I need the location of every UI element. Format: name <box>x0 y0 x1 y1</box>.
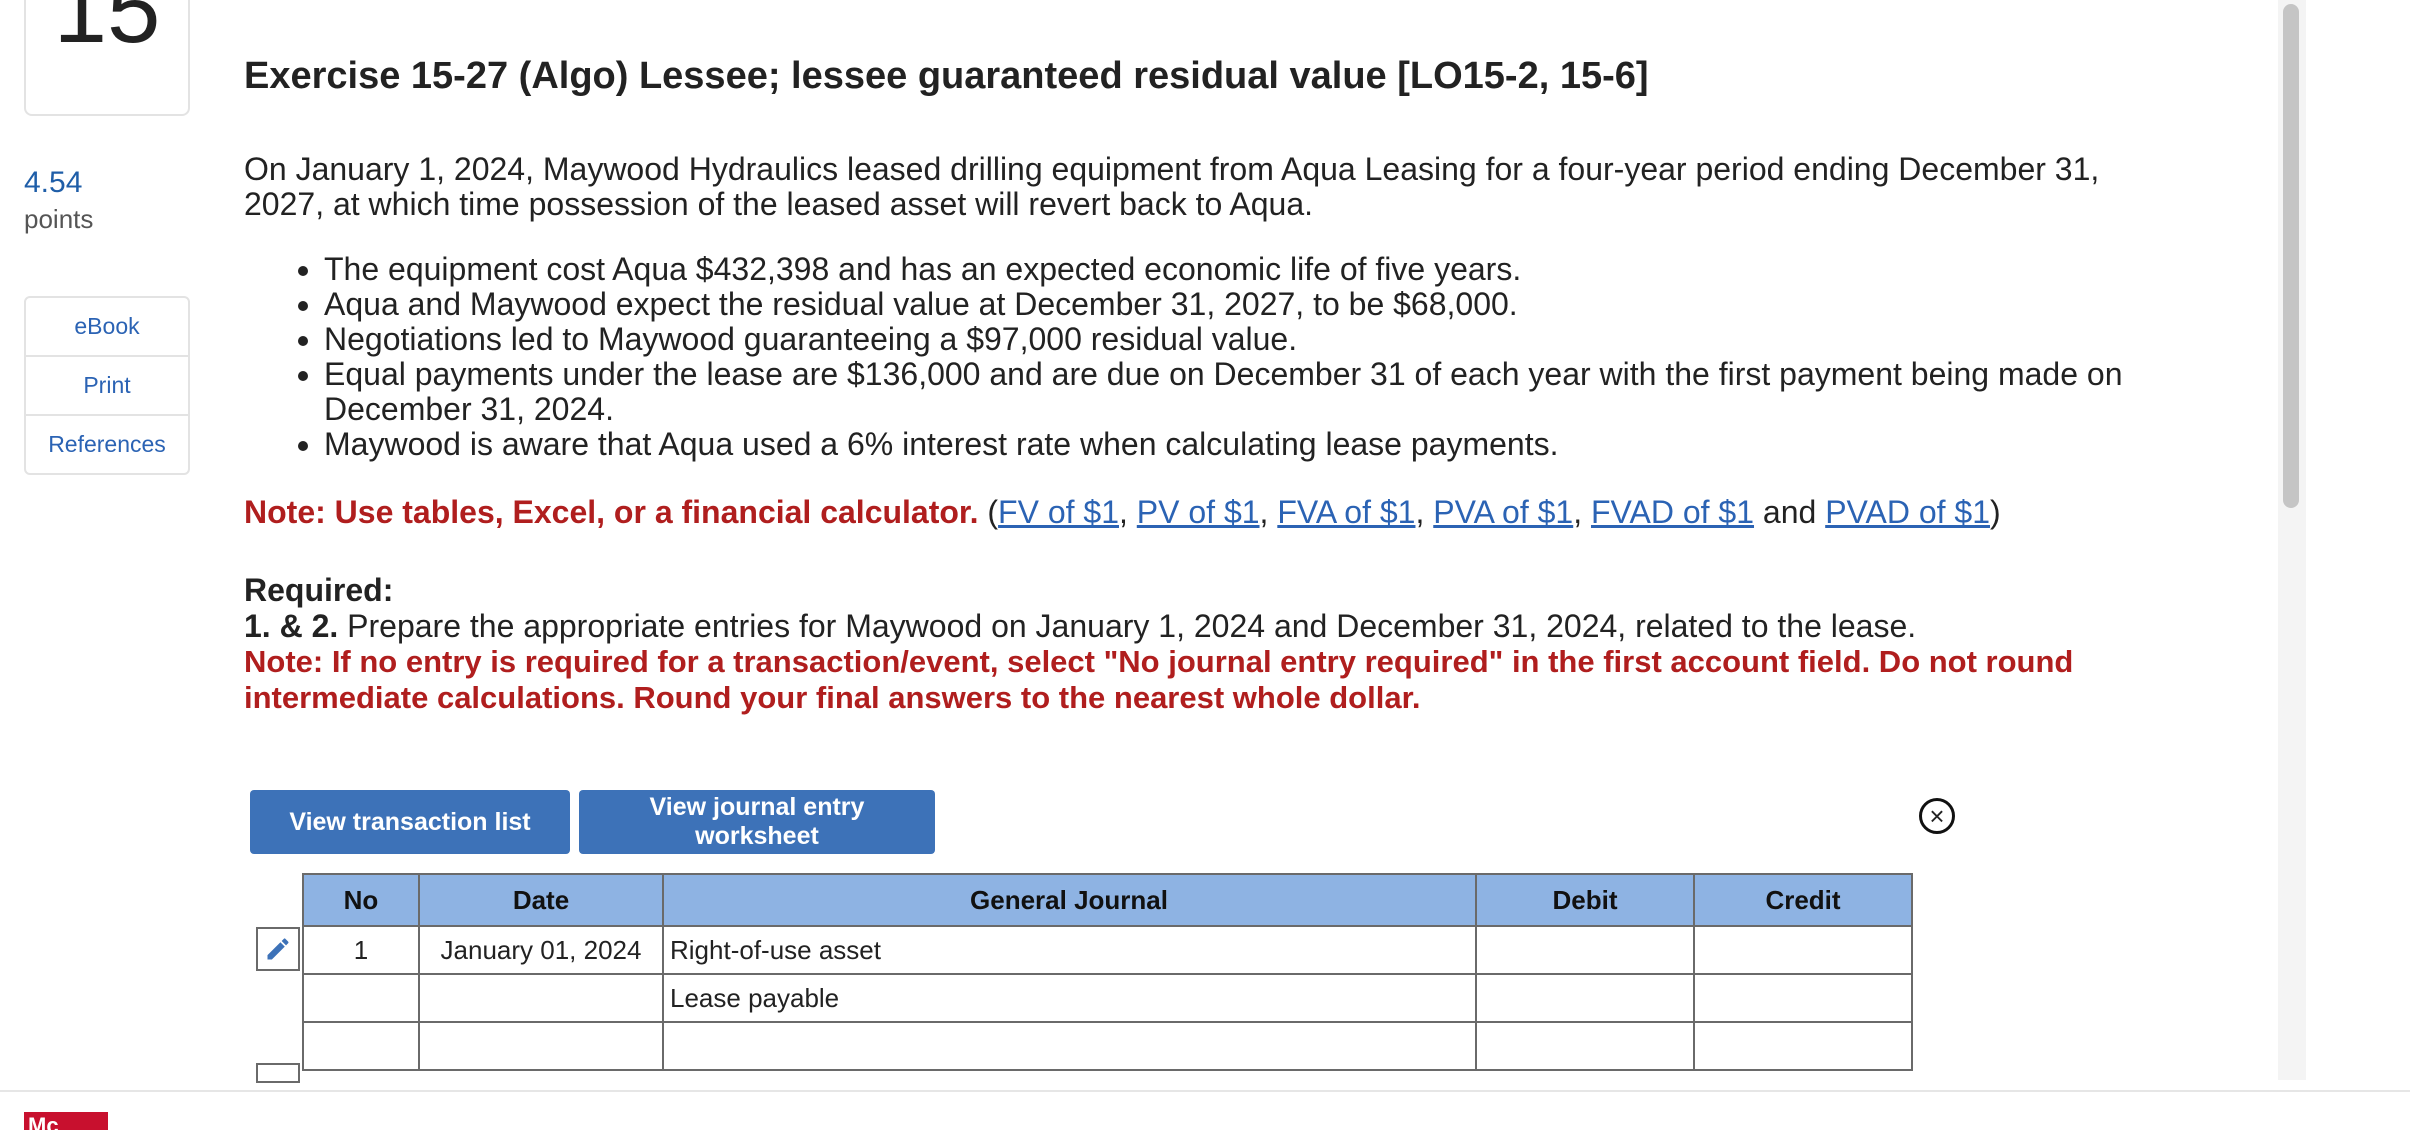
required-heading: Required: <box>244 572 394 608</box>
col-general-journal: General Journal <box>662 873 1477 927</box>
pva-table-link[interactable]: PVA of $1 <box>1433 494 1573 530</box>
fact-item: Negotiations led to Maywood guaranteeing… <box>324 322 2124 357</box>
calculator-note-text: Note: Use tables, Excel, or a financial … <box>244 494 979 530</box>
row-debit <box>1475 973 1695 1023</box>
row-date: January 01, 2024 <box>418 925 664 975</box>
question-number-box: 15 <box>24 0 190 116</box>
row-debit <box>1475 925 1695 975</box>
publisher-logo: Mc <box>24 1112 108 1130</box>
row-account <box>662 1021 1477 1071</box>
references-link[interactable]: References <box>26 414 188 473</box>
view-journal-entry-worksheet-button[interactable]: View journal entry worksheet <box>579 790 935 854</box>
col-no: No <box>302 873 420 927</box>
print-link[interactable]: Print <box>26 355 188 414</box>
close-icon[interactable]: × <box>1919 798 1955 834</box>
pencil-icon-glyph <box>267 938 289 960</box>
required-text: Prepare the appropriate entries for Mayw… <box>347 608 1917 644</box>
row-no <box>302 1021 420 1071</box>
view-transaction-list-button[interactable]: View transaction list <box>250 790 570 854</box>
table-row: 1 January 01, 2024 Right-of-use asset <box>302 925 1913 975</box>
required-prefix: 1. & 2. <box>244 608 339 644</box>
fact-item: The equipment cost Aqua $432,398 and has… <box>324 252 2124 287</box>
scrollbar-thumb[interactable] <box>2283 4 2299 508</box>
table-row: Lease payable <box>302 973 1913 1023</box>
col-date: Date <box>418 873 664 927</box>
required-instructions: 1. & 2. Prepare the appropriate entries … <box>244 608 2124 644</box>
row-no <box>302 973 420 1023</box>
question-number: 15 <box>53 0 161 63</box>
fvad-table-link[interactable]: FVAD of $1 <box>1591 494 1754 530</box>
bottom-bar: Mc <box>0 1090 2410 1130</box>
question-content: Exercise 15-27 (Algo) Lessee; lessee gua… <box>244 50 2124 716</box>
table-row <box>302 1021 1913 1071</box>
journal-table-wrap: No Date General Journal Debit Credit 1 J… <box>302 873 1913 1071</box>
row-credit <box>1693 925 1913 975</box>
row-date <box>418 973 664 1023</box>
exercise-title: Exercise 15-27 (Algo) Lessee; lessee gua… <box>244 55 1649 97</box>
row-account: Lease payable <box>662 973 1477 1023</box>
and-word: and <box>1762 494 1817 530</box>
row-no: 1 <box>302 925 420 975</box>
fact-item: Equal payments under the lease are $136,… <box>324 357 2124 427</box>
row-date <box>418 1021 664 1071</box>
journal-table: No Date General Journal Debit Credit 1 J… <box>302 873 1913 1071</box>
ebook-link[interactable]: eBook <box>26 298 188 355</box>
row-credit <box>1693 973 1913 1023</box>
fva-table-link[interactable]: FVA of $1 <box>1277 494 1415 530</box>
fv-table-link[interactable]: FV of $1 <box>998 494 1119 530</box>
pv-table-link[interactable]: PV of $1 <box>1137 494 1260 530</box>
table-header-row: No Date General Journal Debit Credit <box>302 873 1913 927</box>
fact-item: Aqua and Maywood expect the residual val… <box>324 287 2124 322</box>
row-debit <box>1475 1021 1695 1071</box>
col-debit: Debit <box>1475 873 1695 927</box>
pencil-icon[interactable] <box>256 1063 300 1083</box>
calculator-note: Note: Use tables, Excel, or a financial … <box>244 494 2001 530</box>
row-account: Right-of-use asset <box>662 925 1477 975</box>
points-label: points <box>24 204 94 234</box>
paren-open: ( <box>987 494 999 530</box>
facts-list: The equipment cost Aqua $432,398 and has… <box>244 252 2124 462</box>
pencil-icon[interactable] <box>256 927 300 971</box>
intro-paragraph: On January 1, 2024, Maywood Hydraulics l… <box>244 151 2100 222</box>
pvad-table-link[interactable]: PVAD of $1 <box>1825 494 1990 530</box>
points-value: 4.54 <box>24 166 83 199</box>
col-credit: Credit <box>1693 873 1913 927</box>
rounding-note: Note: If no entry is required for a tran… <box>244 644 2074 715</box>
resource-links: eBook Print References <box>24 296 190 475</box>
row-credit <box>1693 1021 1913 1071</box>
paren-close: ) <box>1990 494 2001 530</box>
fact-item: Maywood is aware that Aqua used a 6% int… <box>324 427 2124 462</box>
